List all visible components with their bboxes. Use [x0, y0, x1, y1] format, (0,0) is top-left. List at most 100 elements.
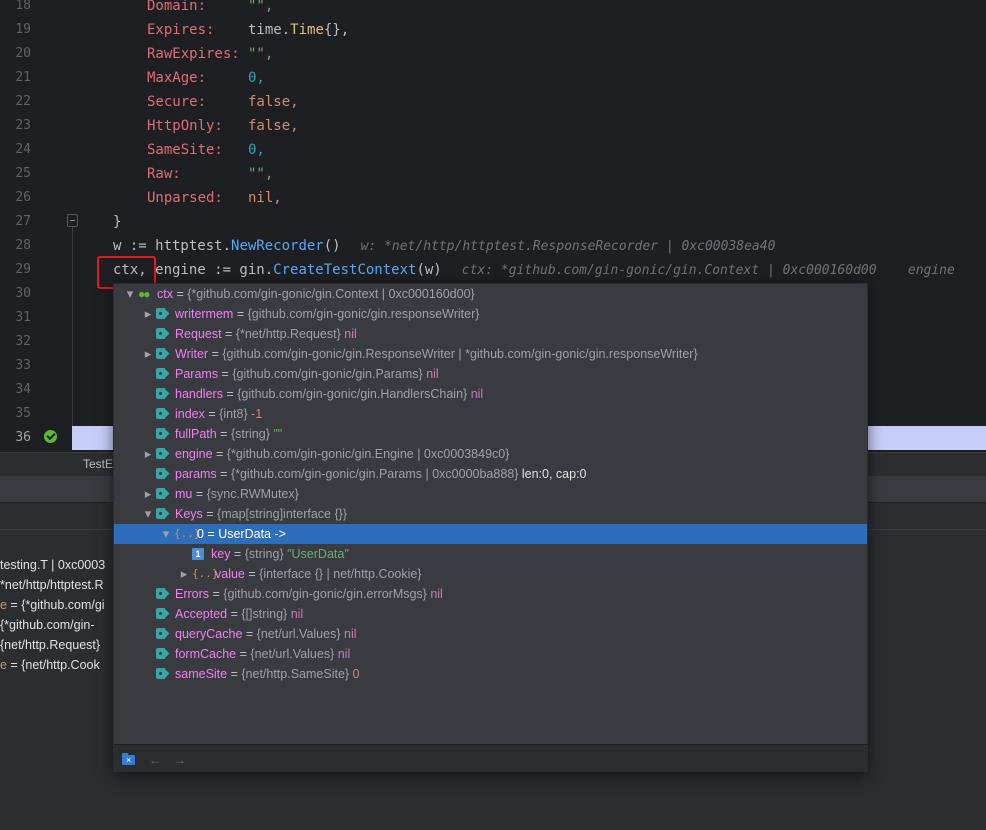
code-line[interactable]: RawExpires: "", [147, 42, 273, 66]
variable-type: {sync.RWMutex} [206, 487, 299, 501]
variable-type: {github.com/gin-gonic/gin.ResponseWriter… [222, 347, 698, 361]
line-gutter[interactable]: 18 19 20 21 22 23 24 25 26 27 28 29 30 31 32 33 34 35 36 [0, 0, 72, 452]
gutter-line[interactable]: 28 [0, 234, 72, 258]
code-line[interactable]: Expires: time.Time{}, [147, 18, 349, 42]
chevron-right-icon[interactable]: ▸ [142, 484, 154, 504]
code-line[interactable]: Domain: "", [147, 0, 273, 18]
gutter-line[interactable]: 27 [0, 210, 72, 234]
tag-hole [159, 432, 162, 435]
field-tag-icon [156, 468, 169, 479]
field-tag-icon [156, 388, 169, 399]
variable-value: = {net/http.Cook [6, 658, 100, 672]
variable-tree[interactable]: ▾ ●● ctx = {*github.com/gin-gonic/gin.Cont… [114, 284, 867, 744]
code-line[interactable]: Raw: "", [147, 162, 273, 186]
code-line[interactable]: SameSite: 0, [147, 138, 265, 162]
gutter-line[interactable]: 33 [0, 354, 72, 378]
tree-row[interactable]: ▾ ●● ctx = {*github.com/gin-gonic/gin.Cont… [114, 284, 867, 304]
variable-name: 0 = UserData -> [197, 527, 286, 541]
variable-row[interactable]: testing.T | 0xc0003 [0, 555, 105, 575]
variable-row[interactable]: {net/http.Request} [0, 635, 100, 655]
variable-value: nil [287, 607, 304, 621]
back-arrow-icon[interactable]: ← [147, 753, 163, 767]
chevron-right-icon[interactable]: ▸ [142, 304, 154, 324]
tree-row[interactable]: ▾ Keys = {map[string]interface {}} [114, 504, 867, 524]
equals-sign: = [222, 387, 238, 401]
tree-row[interactable]: queryCache = {net/url.Values} nil [114, 624, 867, 644]
gutter-line[interactable]: 34 [0, 378, 72, 402]
gutter-line[interactable]: 26 [0, 186, 72, 210]
chevron-down-icon[interactable]: ▾ [142, 504, 154, 524]
gutter-line[interactable]: 35 [0, 402, 72, 426]
variable-row[interactable]: {*github.com/gin- [0, 615, 95, 635]
struct-field: SameSite: [147, 142, 223, 158]
debug-tab-label[interactable]: TestE [83, 457, 113, 471]
inline-value-popup[interactable]: ▾ ●● ctx = {*github.com/gin-gonic/gin.Cont… [113, 283, 868, 772]
forward-arrow-icon[interactable]: → [172, 753, 188, 767]
gutter-line[interactable]: 19 [0, 18, 72, 42]
tree-row[interactable]: sameSite = {net/http.SameSite} 0 [114, 664, 867, 684]
variable-type: {github.com/gin-gonic/gin.Params} [232, 367, 423, 381]
code-line[interactable]: HttpOnly: false, [147, 114, 299, 138]
tree-row[interactable]: ▾ {..} 0 = UserData -> [114, 524, 867, 544]
chevron-down-icon[interactable]: ▾ [160, 524, 172, 544]
variable-name: ctx [157, 287, 173, 301]
gutter-line[interactable]: 31 [0, 306, 72, 330]
fold-icon[interactable] [67, 214, 78, 227]
watch-folder-icon[interactable]: × [121, 753, 137, 767]
gutter-line[interactable]: 21 [0, 66, 72, 90]
gutter-line[interactable]: 36 [0, 426, 72, 450]
gutter-line[interactable]: 29 [0, 258, 72, 282]
tree-row[interactable]: ▸ writermem = {github.com/gin-gonic/gin.r… [114, 304, 867, 324]
tree-row[interactable]: params = {*github.com/gin-gonic/gin.Para… [114, 464, 867, 484]
tree-row[interactable]: index = {int8} -1 [114, 404, 867, 424]
chevron-right-icon[interactable]: ▸ [142, 444, 154, 464]
code-line[interactable]: Unparsed: nil, [147, 186, 282, 210]
field-value: "", [248, 166, 274, 182]
tree-row[interactable]: Request = {*net/http.Request} nil [114, 324, 867, 344]
tree-row[interactable]: Errors = {github.com/gin-gonic/gin.error… [114, 584, 867, 604]
field-tag-icon [156, 588, 169, 599]
field-tag-icon [156, 488, 169, 499]
code-line[interactable]: MaxAge: 0, [147, 66, 265, 90]
variable-row[interactable]: e = {net/http.Cook [0, 655, 100, 675]
tree-row[interactable]: handlers = {github.com/gin-gonic/gin.Han… [114, 384, 867, 404]
field-tag-icon [156, 628, 169, 639]
variable-value: "UserData" [283, 547, 349, 561]
execution-point-icon[interactable] [44, 430, 57, 443]
chevron-right-icon[interactable]: ▸ [142, 344, 154, 364]
tree-row[interactable]: Accepted = {[]string} nil [114, 604, 867, 624]
tree-row[interactable]: ▸ engine = {*github.com/gin-gonic/gin.Eng… [114, 444, 867, 464]
code-line[interactable]: ctx, engine := gin.CreateTestContext(w) c… [113, 258, 955, 282]
variable-value: nil [340, 327, 357, 341]
tree-row[interactable]: 1 key = {string} "UserData" [114, 544, 867, 564]
code-line[interactable]: w := httptest.NewRecorder() w: *net/http/… [113, 234, 775, 258]
tree-row[interactable]: ▸ {..} value = {interface {} | net/http.Co… [114, 564, 867, 584]
field-value: false, [248, 94, 299, 110]
gutter-line[interactable]: 18 [0, 0, 72, 18]
struct-field: HttpOnly: [147, 118, 223, 134]
tag-hole [159, 632, 162, 635]
gutter-line[interactable]: 25 [0, 162, 72, 186]
tree-row[interactable]: ▸ Writer = {github.com/gin-gonic/gin.Resp… [114, 344, 867, 364]
variable-value: nil [426, 587, 443, 601]
tree-row-text: handlers = {github.com/gin-gonic/gin.Han… [175, 384, 483, 404]
equals-sign: = [244, 567, 260, 581]
code-line[interactable]: } [113, 210, 121, 234]
chevron-down-icon[interactable]: ▾ [124, 284, 136, 304]
tree-row[interactable]: fullPath = {string} "" [114, 424, 867, 444]
line-number: 33 [15, 358, 31, 373]
gutter-line[interactable]: 20 [0, 42, 72, 66]
code-line[interactable]: Secure: false, [147, 90, 299, 114]
tree-row[interactable]: Params = {github.com/gin-gonic/gin.Param… [114, 364, 867, 384]
gutter-line[interactable]: 30 [0, 282, 72, 306]
gutter-line[interactable]: 22 [0, 90, 72, 114]
chevron-right-icon[interactable]: ▸ [178, 564, 190, 584]
gutter-line[interactable]: 23 [0, 114, 72, 138]
variable-value: *net/http/httptest.R [0, 578, 104, 592]
variable-row[interactable]: e = {*github.com/gi [0, 595, 105, 615]
gutter-line[interactable]: 24 [0, 138, 72, 162]
variable-row[interactable]: *net/http/httptest.R [0, 575, 104, 595]
tree-row[interactable]: ▸ mu = {sync.RWMutex} [114, 484, 867, 504]
tree-row[interactable]: formCache = {net/url.Values} nil [114, 644, 867, 664]
gutter-line[interactable]: 32 [0, 330, 72, 354]
